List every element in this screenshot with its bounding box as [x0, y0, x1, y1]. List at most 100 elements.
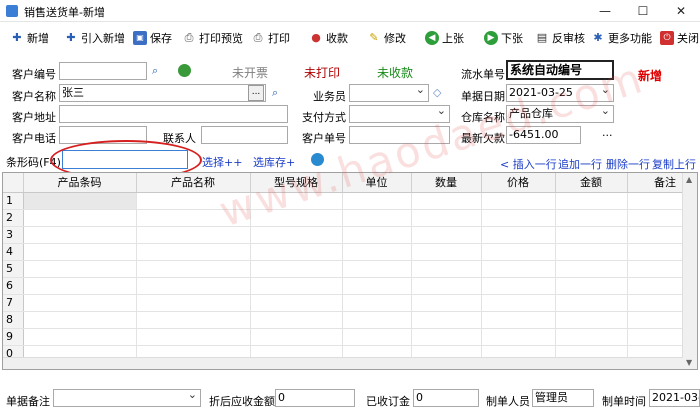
globe-icon[interactable] [311, 153, 324, 166]
more-button[interactable]: ✱ 更多功能 [591, 29, 652, 47]
remark-select[interactable] [53, 389, 201, 407]
maximize-button[interactable]: ☐ [624, 0, 662, 22]
debt-more-button[interactable]: ... [602, 126, 613, 139]
table-cell[interactable] [411, 294, 482, 312]
table-cell[interactable] [23, 243, 137, 261]
table-cell[interactable] [250, 311, 343, 329]
new-button[interactable]: ✚ 新增 [10, 29, 49, 47]
horizontal-scrollbar[interactable] [3, 357, 683, 369]
table-cell[interactable] [555, 328, 628, 346]
table-cell[interactable] [411, 328, 482, 346]
column-header[interactable]: 型号规格 [250, 173, 343, 193]
table-cell[interactable] [481, 328, 556, 346]
table-cell[interactable] [342, 209, 412, 227]
column-header[interactable]: 单位 [342, 173, 412, 193]
table-cell[interactable] [555, 192, 628, 210]
table-cell[interactable] [136, 226, 251, 244]
table-cell[interactable] [481, 277, 556, 295]
table-row[interactable]: 5 [3, 260, 697, 278]
date-field[interactable]: 2021-03-25 [506, 84, 614, 102]
import-new-button[interactable]: ✚ 引入新增 [64, 29, 125, 47]
table-cell[interactable] [481, 311, 556, 329]
table-cell[interactable] [342, 226, 412, 244]
table-cell[interactable] [555, 277, 628, 295]
table-cell[interactable] [555, 209, 628, 227]
serial-field[interactable]: 系统自动编号 [506, 60, 614, 80]
unapprove-button[interactable]: ▤ 反审核 [535, 29, 585, 47]
table-row[interactable]: 3 [3, 226, 697, 244]
table-cell[interactable] [136, 209, 251, 227]
table-cell[interactable] [23, 260, 137, 278]
close-window-button[interactable]: ✕ [662, 0, 700, 22]
table-cell[interactable] [250, 294, 343, 312]
table-cell[interactable] [342, 294, 412, 312]
receive-button[interactable]: ● 收款 [309, 29, 348, 47]
table-cell[interactable] [23, 277, 137, 295]
table-cell[interactable] [342, 260, 412, 278]
table-cell[interactable] [250, 328, 343, 346]
modify-button[interactable]: ✎ 修改 [367, 29, 406, 47]
table-cell[interactable] [136, 260, 251, 278]
table-row[interactable]: 6 [3, 277, 697, 295]
table-cell[interactable] [481, 192, 556, 210]
table-cell[interactable] [250, 192, 343, 210]
table-cell[interactable] [23, 328, 137, 346]
customer-name-field[interactable]: 张三 [59, 84, 266, 102]
prev-button[interactable]: ◀ 上张 [425, 29, 464, 47]
table-cell[interactable] [136, 277, 251, 295]
table-cell[interactable] [411, 277, 482, 295]
table-cell[interactable] [23, 192, 137, 210]
discount-field[interactable]: 0 [275, 389, 355, 407]
table-cell[interactable] [23, 209, 137, 227]
table-cell[interactable] [250, 226, 343, 244]
minimize-button[interactable]: — [586, 0, 624, 22]
select-more-link[interactable]: 选择++ [202, 154, 242, 170]
scroll-up-icon[interactable]: ▲ [686, 175, 692, 184]
column-header[interactable]: 金额 [555, 173, 628, 193]
table-cell[interactable] [23, 311, 137, 329]
table-cell[interactable] [411, 192, 482, 210]
table-cell[interactable] [411, 209, 482, 227]
table-cell[interactable] [411, 226, 482, 244]
table-cell[interactable] [250, 209, 343, 227]
salesman-select[interactable] [349, 84, 429, 102]
product-grid[interactable]: 产品条码 产品名称 型号规格 单位 数量 价格 金额 备注 1234567890… [2, 172, 698, 370]
table-cell[interactable] [555, 243, 628, 261]
next-button[interactable]: ▶ 下张 [484, 29, 523, 47]
table-cell[interactable] [23, 226, 137, 244]
table-cell[interactable] [342, 243, 412, 261]
table-cell[interactable] [555, 226, 628, 244]
table-row[interactable]: 7 [3, 294, 697, 312]
table-cell[interactable] [411, 260, 482, 278]
table-cell[interactable] [136, 328, 251, 346]
table-row[interactable]: 8 [3, 311, 697, 329]
column-header[interactable]: 价格 [481, 173, 556, 193]
table-cell[interactable] [481, 209, 556, 227]
search-icon[interactable]: ⌕ [272, 86, 285, 99]
table-cell[interactable] [555, 260, 628, 278]
table-cell[interactable] [250, 260, 343, 278]
column-header[interactable]: 产品名称 [136, 173, 251, 193]
table-row[interactable]: 4 [3, 243, 697, 261]
table-cell[interactable] [555, 294, 628, 312]
table-cell[interactable] [481, 226, 556, 244]
scroll-down-icon[interactable]: ▼ [686, 358, 692, 367]
pay-method-select[interactable] [349, 105, 450, 123]
customer-picker-button[interactable]: ... [248, 85, 264, 101]
contact-field[interactable] [201, 126, 288, 144]
table-cell[interactable] [411, 243, 482, 261]
copy-row-link[interactable]: 复制上行 [652, 156, 696, 172]
table-cell[interactable] [555, 311, 628, 329]
select-stock-link[interactable]: 选库存+ [253, 154, 295, 170]
table-cell[interactable] [342, 311, 412, 329]
table-cell[interactable] [23, 294, 137, 312]
table-row[interactable]: 2 [3, 209, 697, 227]
column-header[interactable]: 产品条码 [23, 173, 137, 193]
table-cell[interactable] [250, 243, 343, 261]
refresh-icon[interactable] [178, 64, 191, 77]
table-row[interactable]: 1 [3, 192, 697, 210]
delete-row-link[interactable]: 删除一行 [606, 156, 650, 172]
table-cell[interactable] [481, 260, 556, 278]
search-icon[interactable]: ⌕ [152, 64, 165, 77]
table-cell[interactable] [481, 243, 556, 261]
